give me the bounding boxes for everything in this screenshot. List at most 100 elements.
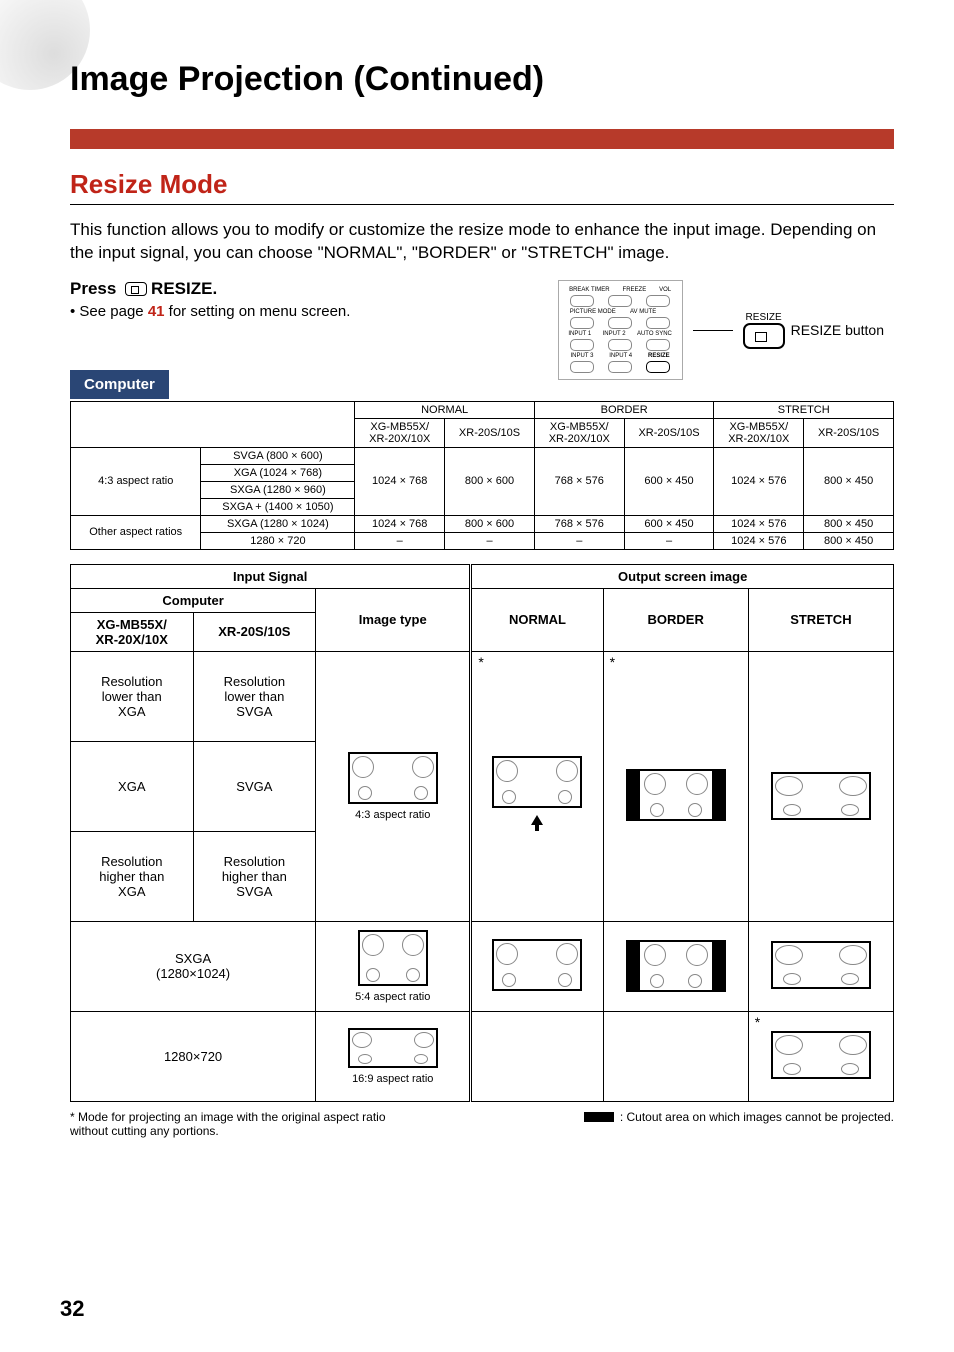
page-title: Image Projection (Continued) [70, 60, 894, 99]
res-row: SXGA (1280 × 1024) [201, 515, 355, 532]
subheader: XR-20S/10S [804, 418, 894, 447]
aspect-4-3-label: 4:3 aspect ratio [324, 809, 461, 821]
val: 768 × 576 [534, 515, 624, 532]
remote-btn [646, 295, 670, 307]
val: – [355, 532, 445, 549]
cell-res-higher-xga: Resolution higher than XGA [71, 831, 194, 921]
res-row: XGA (1024 × 768) [201, 464, 355, 481]
val: 1024 × 576 [714, 532, 804, 549]
sub-suffix: for setting on menu screen. [165, 303, 351, 320]
computer-header: Computer [71, 588, 316, 612]
remote-lbl: INPUT 2 [603, 331, 626, 337]
aspect-16-9-label: 16:9 aspect ratio [316, 1073, 469, 1085]
callout-leader-line [693, 330, 733, 331]
val: 800 × 450 [804, 532, 894, 549]
imagetype-4-3: 4:3 aspect ratio [316, 651, 471, 921]
remote-callout-area: BREAK TIMERFREEZEVOL PICTURE MODEAV MUTE… [558, 280, 884, 380]
val: 800 × 450 [804, 515, 894, 532]
subheader: XR-20S/10S [624, 418, 714, 447]
page-number: 32 [60, 1296, 84, 1322]
remote-lbl: INPUT 3 [571, 353, 594, 359]
press-word: RESIZE. [151, 279, 217, 298]
output-border-16-9-empty [603, 1011, 748, 1101]
remote-btn [570, 295, 594, 307]
footnotes: * Mode for projecting an image with the … [70, 1110, 894, 1138]
output-normal-16-9-empty [471, 1011, 603, 1101]
remote-resize-btn-highlight [646, 361, 670, 373]
val: 768 × 576 [534, 447, 624, 515]
footnote-cutout-text: : Cutout area on which images cannot be … [620, 1110, 894, 1124]
remote-lbl: FREEZE [623, 287, 647, 293]
border-diagram [626, 940, 726, 992]
val: – [624, 532, 714, 549]
input-header: Input Signal [71, 564, 471, 588]
remote-btn [608, 317, 632, 329]
remote-lbl: BREAK TIMER [569, 287, 610, 293]
output-normal-5-4 [471, 921, 603, 1011]
val: 1024 × 576 [714, 515, 804, 532]
page-reference: 41 [148, 303, 165, 320]
val: 800 × 450 [804, 447, 894, 515]
remote-lbl: VOL [659, 287, 671, 293]
cell-res-higher-svga: Resolution higher than SVGA [193, 831, 316, 921]
mode-header-stretch: STRETCH [714, 401, 894, 418]
imagetype-header: Image type [316, 588, 471, 651]
press-prefix: Press [70, 279, 121, 298]
cell-res-lower-xga: Resolution lower than XGA [71, 651, 194, 741]
subheader: XG-MB55X/ XR-20X/10X [534, 418, 624, 447]
border-diagram [626, 769, 726, 821]
section-heading: Resize Mode [70, 169, 894, 205]
remote-btn [608, 295, 632, 307]
output-border-5-4 [603, 921, 748, 1011]
asterisk: * [478, 654, 483, 670]
output-normal-4-3: * [471, 651, 603, 921]
output-image-table: Input Signal Output screen image Compute… [70, 564, 894, 1102]
resize-small-label: RESIZE [743, 312, 785, 323]
group-label: Other aspect ratios [71, 515, 201, 549]
aspect-diagram-4-3 [348, 752, 438, 804]
output-diagram [492, 939, 582, 991]
resize-button-text: RESIZE button [791, 322, 884, 338]
stretch-diagram [771, 941, 871, 989]
output-border-4-3: * [603, 651, 748, 921]
model-col: XG-MB55X/ XR-20X/10X [71, 612, 194, 651]
stretch-diagram [771, 772, 871, 820]
resize-button-large-icon [743, 323, 785, 349]
val: – [445, 532, 535, 549]
group-label: 4:3 aspect ratio [71, 447, 201, 515]
output-diagram [492, 756, 582, 808]
subheader: XG-MB55X/ XR-20X/10X [355, 418, 445, 447]
mode-header-border: BORDER [534, 401, 714, 418]
remote-lbl: INPUT 4 [609, 353, 632, 359]
res-row: 1280 × 720 [201, 532, 355, 549]
computer-tab: Computer [70, 370, 169, 399]
remote-lbl: PICTURE MODE [570, 309, 616, 315]
subheader: XG-MB55X/ XR-20X/10X [714, 418, 804, 447]
remote-panel-diagram: BREAK TIMERFREEZEVOL PICTURE MODEAV MUTE… [558, 280, 683, 380]
val: 600 × 450 [624, 515, 714, 532]
footnote-cutout: : Cutout area on which images cannot be … [584, 1110, 894, 1138]
output-stretch-5-4 [748, 921, 893, 1011]
footnote-asterisk: * Mode for projecting an image with the … [70, 1110, 410, 1138]
mode-header-normal: NORMAL [355, 401, 535, 418]
cell-res-lower-svga: Resolution lower than SVGA [193, 651, 316, 741]
remote-btn [646, 339, 670, 351]
intro-paragraph: This function allows you to modify or cu… [70, 219, 894, 265]
blank-header [71, 401, 355, 447]
remote-btn [570, 317, 594, 329]
remote-btn [608, 361, 632, 373]
mode-col-border: BORDER [603, 588, 748, 651]
stretch-diagram [771, 1031, 871, 1079]
output-stretch-16-9: * [748, 1011, 893, 1101]
asterisk: * [610, 654, 615, 670]
res-row: SXGA (1280 × 960) [201, 481, 355, 498]
resize-callout: RESIZE RESIZE button [743, 312, 884, 349]
cell-1280x720: 1280×720 [71, 1011, 316, 1101]
model-col: XR-20S/10S [193, 612, 316, 651]
resolution-table: NORMAL BORDER STRETCH XG-MB55X/ XR-20X/1… [70, 401, 894, 550]
cell-xga: XGA [71, 741, 194, 831]
aspect-5-4-label: 5:4 aspect ratio [316, 991, 469, 1003]
aspect-diagram-5-4 [358, 930, 428, 986]
output-header: Output screen image [471, 564, 894, 588]
cell-svga: SVGA [193, 741, 316, 831]
